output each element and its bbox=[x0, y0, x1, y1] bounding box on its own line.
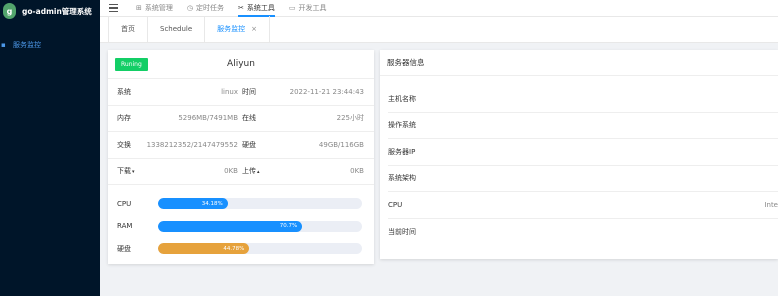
progress-track: 44.78% bbox=[158, 243, 362, 254]
progress-track: 70.7% bbox=[158, 220, 362, 232]
value-swap: 1338212352/2147479552 bbox=[146, 140, 238, 149]
arrow-up-icon: ▴ bbox=[257, 169, 260, 176]
timer-icon: ◷ bbox=[186, 4, 193, 12]
bar-ram: RAM 70.7% bbox=[108, 219, 374, 234]
server-info-title: 服务器信息 bbox=[380, 50, 778, 76]
sidebar-item-label: 服务监控 bbox=[13, 41, 41, 49]
status-row-swap: 交换 1338212352/2147479552 硬盘 49GB/116GB bbox=[108, 132, 374, 159]
label-swap: 交换 bbox=[117, 140, 131, 149]
top-navbar: ⊞ 系统管理 ◷ 定时任务 ✂ 系统工具 ▭ 开发工具 bbox=[100, 0, 778, 17]
menu-toggle-icon[interactable] bbox=[109, 4, 118, 12]
label-system: 系统 bbox=[117, 87, 131, 96]
label-download: 下载▾ bbox=[117, 167, 135, 176]
nav-dev-tools[interactable]: ▭ 开发工具 bbox=[289, 0, 327, 17]
value-download: 0KB bbox=[224, 167, 238, 176]
close-icon[interactable]: × bbox=[251, 25, 257, 33]
value-upload: 0KB bbox=[350, 167, 364, 176]
app-title: go-admin管理系统 bbox=[22, 6, 92, 16]
arrow-down-icon: ▾ bbox=[132, 169, 135, 176]
tab-server-monitor[interactable]: 服务监控 × bbox=[205, 16, 271, 42]
tab-label: 服务监控 bbox=[217, 25, 246, 33]
label-uptime: 在线 bbox=[242, 114, 256, 123]
value-time: 2022-11-21 23:44:43 bbox=[289, 87, 364, 96]
nav-system-management[interactable]: ⊞ 系统管理 bbox=[136, 0, 173, 17]
tools-icon: ✂ bbox=[237, 4, 244, 12]
label-upload: 上传▴ bbox=[242, 167, 260, 176]
tab-home[interactable]: 首页 bbox=[108, 16, 148, 42]
info-row: 当前时间 bbox=[388, 227, 416, 236]
nav-label: 系统工具 bbox=[246, 4, 275, 12]
bar-label: 硬盘 bbox=[117, 244, 131, 253]
status-row-memory: 内存 5296MB/7491MB 在线 225小时 bbox=[108, 106, 374, 132]
progress-fill: 44.78% bbox=[158, 243, 250, 254]
monitor-icon: ▪ bbox=[1, 41, 6, 49]
label-memory: 内存 bbox=[117, 114, 131, 123]
bar-cpu: CPU 34.18% bbox=[108, 196, 374, 211]
value-disk: 49GB/116GB bbox=[318, 140, 364, 149]
server-info-list: 主机名称 操作系统 服务器IP 系统架构 CPU Inte 当前时间 bbox=[380, 76, 778, 245]
info-row: 服务器IP bbox=[388, 139, 778, 166]
bar-label: CPU bbox=[117, 199, 132, 208]
tab-schedule[interactable]: Schedule bbox=[148, 16, 206, 42]
nav-system-tools[interactable]: ✂ 系统工具 bbox=[237, 0, 275, 17]
bar-label: RAM bbox=[117, 222, 133, 230]
nav-label: 系统管理 bbox=[144, 4, 173, 12]
progress-fill: 34.18% bbox=[158, 198, 228, 209]
nav-label: 开发工具 bbox=[298, 4, 327, 12]
tab-bar: 首页 Schedule 服务监控 × bbox=[100, 16, 778, 43]
sidebar: g go-admin管理系统 ▪ 服务监控 bbox=[0, 0, 100, 296]
tab-label: Schedule bbox=[160, 25, 193, 33]
status-card-header: Runing Aliyun bbox=[108, 50, 374, 79]
status-row-system: 系统 linux 时间 2022-11-21 23:44:43 bbox=[108, 79, 374, 106]
hostname: Aliyun bbox=[227, 59, 255, 69]
server-info-card: 服务器信息 主机名称 操作系统 服务器IP 系统架构 CPU Inte 当前时间 bbox=[380, 50, 778, 259]
value-memory: 5296MB/7491MB bbox=[178, 114, 238, 123]
app-logo-icon: g bbox=[3, 3, 16, 19]
code-icon: ▭ bbox=[288, 4, 296, 12]
info-row: CPU Inte bbox=[388, 192, 778, 219]
label-disk: 硬盘 bbox=[242, 140, 256, 149]
value-os: linux bbox=[221, 87, 238, 96]
value-uptime: 225小时 bbox=[336, 114, 364, 123]
info-row: 系统架构 bbox=[388, 166, 778, 192]
tab-label: 首页 bbox=[121, 25, 135, 33]
bar-disk: 硬盘 44.78% bbox=[108, 241, 374, 256]
info-row: 主机名称 bbox=[388, 86, 778, 113]
nav-label: 定时任务 bbox=[195, 4, 224, 12]
server-status-card: Runing Aliyun 系统 linux 时间 2022-11-21 23:… bbox=[108, 50, 374, 264]
status-row-network: 下载▾ 0KB 上传▴ 0KB bbox=[108, 159, 374, 185]
grid-icon: ⊞ bbox=[136, 4, 142, 12]
usage-bars: CPU 34.18% RAM 70.7% 硬盘 44.78% bbox=[108, 185, 374, 256]
progress-track: 34.18% bbox=[158, 198, 362, 209]
label-time: 时间 bbox=[242, 87, 256, 96]
sidebar-item-server-monitor[interactable]: ▪ 服务监控 bbox=[0, 39, 100, 51]
nav-scheduled-tasks[interactable]: ◷ 定时任务 bbox=[187, 0, 224, 17]
progress-fill: 70.7% bbox=[158, 220, 303, 232]
info-row: 操作系统 bbox=[388, 113, 778, 139]
brand[interactable]: g go-admin管理系统 bbox=[0, 0, 100, 22]
